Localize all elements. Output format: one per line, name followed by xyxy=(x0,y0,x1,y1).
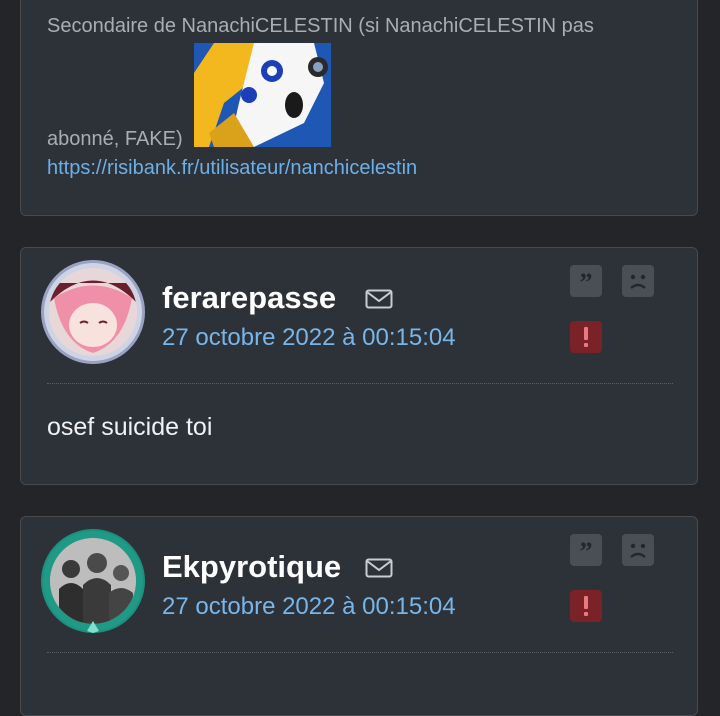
signature-text-line2: abonné, FAKE) xyxy=(47,128,183,150)
svg-text:”: ” xyxy=(580,268,593,297)
report-button[interactable] xyxy=(570,321,602,353)
sticker-image xyxy=(194,43,331,147)
mail-icon[interactable] xyxy=(365,289,393,314)
report-icon xyxy=(584,327,588,347)
user-avatar[interactable] xyxy=(41,260,145,364)
signature-text-line1: Secondaire de NanachiCELESTIN (si Nanach… xyxy=(47,15,594,37)
signature-link[interactable]: https://risibank.fr/utilisateur/nanchice… xyxy=(47,157,417,180)
quote-button[interactable]: ” xyxy=(570,265,602,297)
forum-post: Ekpyrotique 27 octobre 2022 à 00:15:04 ” xyxy=(20,516,698,716)
post-divider xyxy=(47,383,673,384)
report-icon xyxy=(584,596,588,616)
quote-icon: ” xyxy=(580,537,593,566)
post-username[interactable]: ferarepasse xyxy=(162,280,336,316)
post-divider xyxy=(47,652,673,653)
post-username[interactable]: Ekpyrotique xyxy=(162,549,341,585)
svg-text:”: ” xyxy=(580,537,593,566)
sad-button[interactable] xyxy=(622,265,654,297)
sad-button[interactable] xyxy=(622,534,654,566)
post-date[interactable]: 27 octobre 2022 à 00:15:04 xyxy=(162,593,456,621)
mail-icon[interactable] xyxy=(365,558,393,583)
signature-card: Secondaire de NanachiCELESTIN (si Nanach… xyxy=(20,0,698,216)
post-message: osef suicide toi xyxy=(47,413,213,441)
quote-icon: ” xyxy=(580,268,593,297)
user-avatar[interactable] xyxy=(41,529,145,633)
sad-face-icon xyxy=(630,274,646,289)
report-button[interactable] xyxy=(570,590,602,622)
sad-face-icon xyxy=(630,543,646,558)
quote-button[interactable]: ” xyxy=(570,534,602,566)
post-date[interactable]: 27 octobre 2022 à 00:15:04 xyxy=(162,324,456,352)
forum-post: ferarepasse 27 octobre 2022 à 00:15:04 ”… xyxy=(20,247,698,485)
